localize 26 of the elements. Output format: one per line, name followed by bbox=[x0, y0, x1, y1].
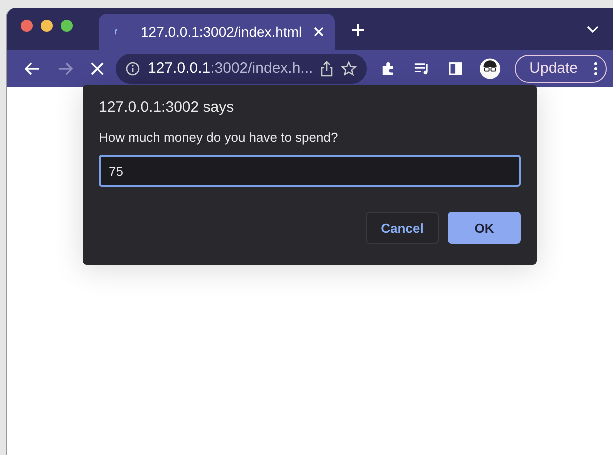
close-window-button[interactable] bbox=[21, 20, 33, 32]
forward-icon[interactable] bbox=[58, 62, 73, 76]
dialog-message: How much money do you have to spend? bbox=[99, 130, 340, 145]
playlist-icon[interactable] bbox=[414, 62, 431, 76]
cancel-button[interactable]: Cancel bbox=[366, 212, 439, 244]
side-panel-icon[interactable] bbox=[448, 62, 462, 76]
url-host: 127.0.0.1 bbox=[148, 60, 211, 77]
info-icon bbox=[126, 62, 140, 76]
address-bar[interactable]: 127.0.0.1:3002/index.h... bbox=[116, 54, 368, 84]
dialog-title: 127.0.0.1:3002 says bbox=[99, 99, 236, 116]
stop-icon[interactable] bbox=[90, 62, 104, 76]
avatar-icon[interactable] bbox=[480, 58, 501, 80]
back-icon[interactable] bbox=[25, 62, 40, 76]
url-path: :3002/index.h... bbox=[210, 60, 314, 77]
close-icon[interactable] bbox=[313, 26, 325, 38]
more-icon[interactable] bbox=[594, 62, 598, 76]
ok-button[interactable]: OK bbox=[448, 212, 521, 244]
update-button[interactable]: Update bbox=[514, 54, 608, 82]
chevron-down-icon[interactable] bbox=[587, 26, 599, 34]
minimize-window-button[interactable] bbox=[41, 20, 53, 32]
new-tab-icon[interactable] bbox=[351, 23, 365, 37]
star-icon[interactable] bbox=[341, 60, 358, 76]
input-field[interactable]: 75 bbox=[99, 155, 521, 187]
browser-tab[interactable]: 127.0.0.1:3002/index.html bbox=[99, 14, 335, 50]
zoom-window-button[interactable] bbox=[61, 20, 73, 32]
share-icon[interactable] bbox=[321, 60, 334, 76]
